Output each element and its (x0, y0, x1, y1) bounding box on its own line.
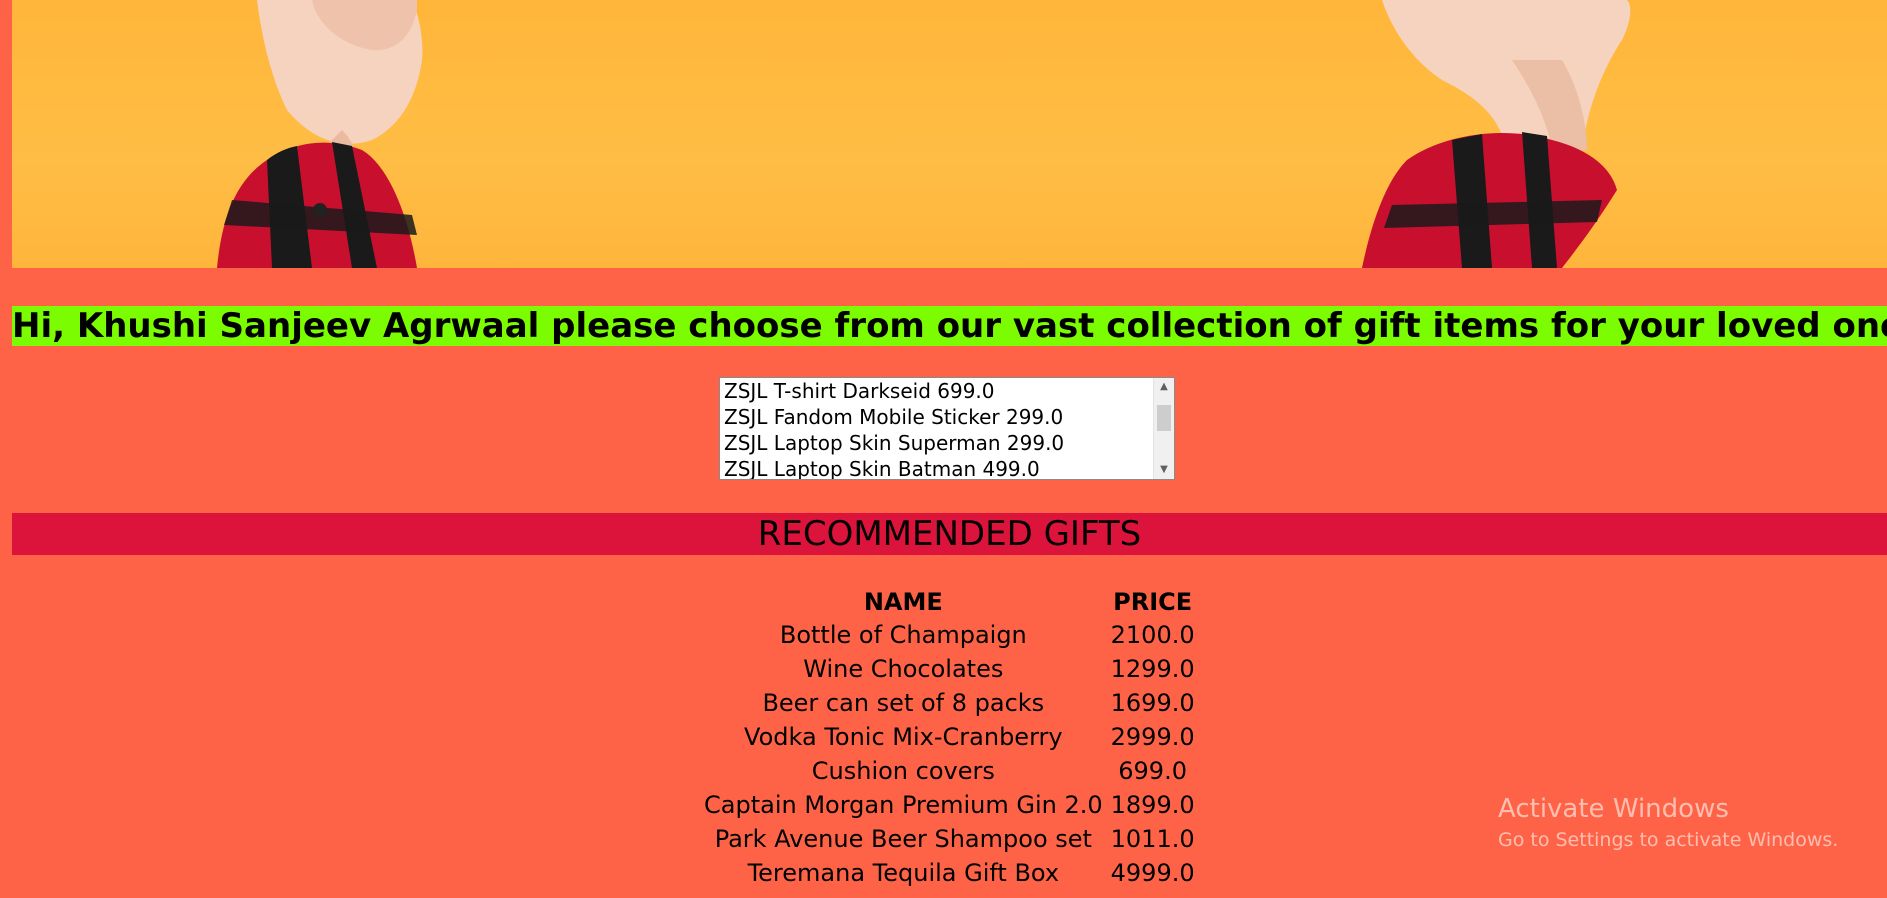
gift-selection-listbox[interactable]: ZSJL T-shirt Darkseid 699.0 ZSJL Fandom … (719, 377, 1175, 480)
gift-name-cell: Captain Morgan Premium Gin 2.0 (704, 791, 1103, 819)
gift-name-cell: Beer can set of 8 packs (762, 689, 1045, 717)
triangle-up-icon[interactable]: ▲ (1154, 378, 1174, 396)
gift-price-cell: 1899.0 (1110, 791, 1195, 819)
table-row: Bottle of Champaign 2100.0 (700, 618, 1199, 652)
watermark-subtitle: Go to Settings to activate Windows. (1498, 829, 1839, 851)
table-row: Cushion covers 699.0 (700, 754, 1199, 788)
table-row: Captain Morgan Premium Gin 2.0 1899.0 (700, 788, 1199, 822)
listbox-option[interactable]: ZSJL Laptop Skin Batman 499.0 (720, 456, 1154, 479)
table-row: Teremana Tequila Gift Box 4999.0 (700, 856, 1199, 890)
table-row: Vodka Tonic Mix-Cranberry 2999.0 (700, 720, 1199, 754)
gift-name-cell: Teremana Tequila Gift Box (747, 859, 1060, 887)
listbox-option[interactable]: ZSJL T-shirt Darkseid 699.0 (720, 378, 1154, 404)
activate-windows-watermark: Activate Windows Go to Settings to activ… (1498, 792, 1838, 854)
table-row: Park Avenue Beer Shampoo set 1011.0 (700, 822, 1199, 856)
recommended-gifts-table: NAME PRICE Bottle of Champaign 2100.0 Wi… (700, 585, 1199, 890)
table-header-row: NAME PRICE (700, 585, 1199, 618)
greeting-banner: Hi, Khushi Sanjeev Agrwaal please choose… (12, 306, 1887, 346)
gift-price-cell: 1011.0 (1110, 825, 1195, 853)
scrollbar-thumb[interactable] (1157, 405, 1171, 431)
listbox-items: ZSJL T-shirt Darkseid 699.0 ZSJL Fandom … (720, 378, 1154, 479)
gift-name-cell: Park Avenue Beer Shampoo set (714, 825, 1092, 853)
gift-price-cell: 2100.0 (1110, 621, 1195, 649)
right-sleeve-shape (1362, 132, 1617, 268)
hero-hands-illustration (217, 0, 1631, 268)
table-row: Beer can set of 8 packs 1699.0 (700, 686, 1199, 720)
listbox-scrollbar[interactable]: ▲ ▼ (1153, 378, 1174, 479)
gift-name-cell: Wine Chocolates (803, 655, 1004, 683)
gift-price-cell: 2999.0 (1110, 723, 1195, 751)
column-header-name: NAME (863, 587, 943, 616)
gift-name-cell: Vodka Tonic Mix-Cranberry (744, 723, 1063, 751)
gift-name-cell: Bottle of Champaign (779, 621, 1027, 649)
gift-price-cell: 1299.0 (1110, 655, 1195, 683)
triangle-down-icon[interactable]: ▼ (1154, 461, 1174, 479)
hero-banner-image (12, 0, 1887, 268)
listbox-option[interactable]: ZSJL Laptop Skin Superman 299.0 (720, 430, 1154, 456)
gift-name-cell: Cushion covers (811, 757, 995, 785)
watermark-title: Activate Windows (1498, 794, 1729, 824)
gift-price-cell: 4999.0 (1110, 859, 1195, 887)
table-row: Wine Chocolates 1299.0 (700, 652, 1199, 686)
gift-shop-page: Hi, Khushi Sanjeev Agrwaal please choose… (0, 0, 1887, 898)
gift-price-cell: 1699.0 (1110, 689, 1195, 717)
left-sleeve-shape (217, 142, 417, 268)
right-hand-shape (1382, 0, 1631, 150)
recommended-gifts-heading: RECOMMENDED GIFTS (12, 513, 1887, 555)
gift-price-cell: 699.0 (1118, 757, 1187, 785)
column-header-price: PRICE (1113, 587, 1193, 616)
listbox-option[interactable]: ZSJL Fandom Mobile Sticker 299.0 (720, 404, 1154, 430)
